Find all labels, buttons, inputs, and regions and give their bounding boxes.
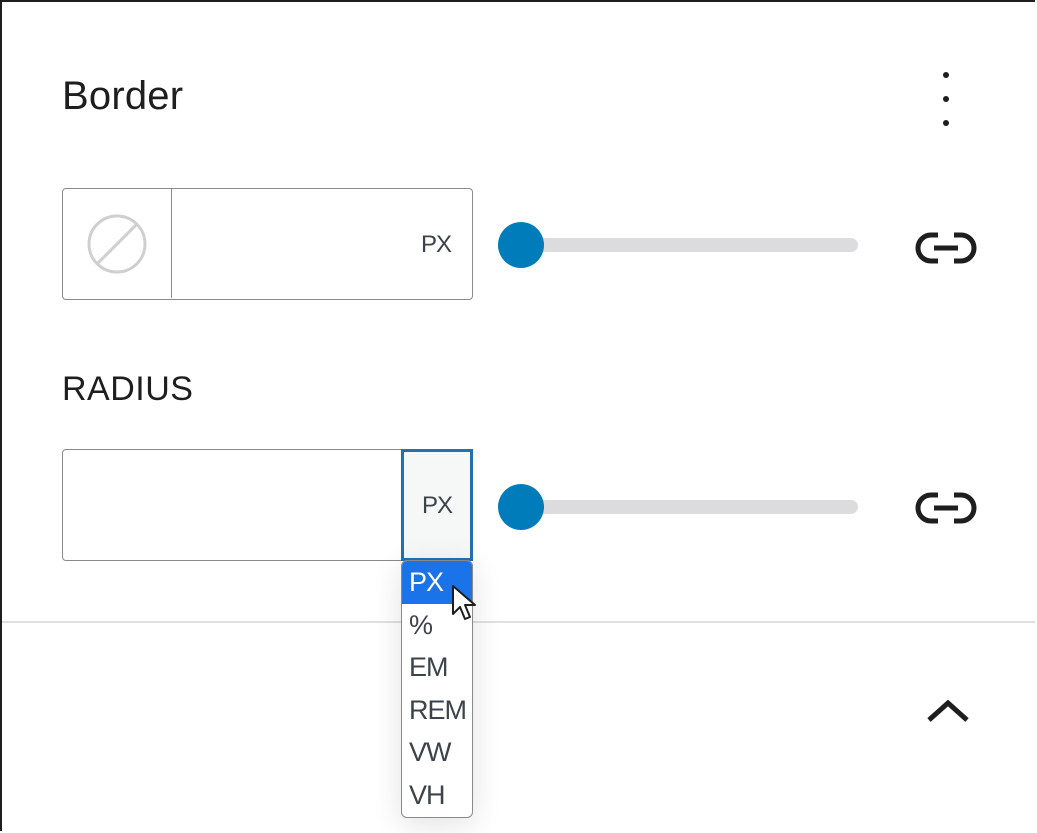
- collapse-button[interactable]: [920, 690, 976, 730]
- unit-option-rem[interactable]: REM: [402, 689, 472, 732]
- unit-option-vh[interactable]: VH: [402, 774, 472, 817]
- no-style-icon: [87, 214, 147, 273]
- more-vertical-icon: [943, 72, 949, 78]
- radius-unit-select[interactable]: PX: [401, 448, 473, 561]
- radius-control: PX: [62, 448, 473, 561]
- slider-thumb[interactable]: [498, 222, 544, 268]
- link-sides-button[interactable]: [914, 228, 978, 268]
- slider-thumb[interactable]: [498, 484, 544, 530]
- more-vertical-icon-dot: [943, 96, 949, 102]
- unit-option-em[interactable]: EM: [402, 646, 472, 689]
- radius-slider[interactable]: [498, 483, 858, 531]
- panel-frame: [0, 0, 1035, 831]
- link-sides-icon: [915, 232, 977, 264]
- radius-label: RADIUS: [62, 370, 194, 408]
- border-width-slider[interactable]: [498, 221, 858, 269]
- unit-dropdown: PX % EM REM VW VH: [401, 560, 473, 818]
- link-corners-icon: [915, 492, 977, 524]
- unit-option-px[interactable]: PX: [402, 561, 472, 604]
- panel-title: Border: [62, 74, 184, 118]
- border-width-control: PX: [62, 188, 473, 300]
- border-style-button[interactable]: [63, 189, 172, 298]
- unit-option-vw[interactable]: VW: [402, 731, 472, 774]
- border-width-input[interactable]: [183, 219, 412, 269]
- unit-option-percent[interactable]: %: [402, 604, 472, 647]
- more-vertical-icon-dot: [943, 120, 949, 126]
- more-options-button[interactable]: [922, 66, 970, 132]
- section-divider: [2, 621, 1035, 623]
- radius-input[interactable]: [79, 480, 393, 530]
- radius-unit: PX: [422, 491, 453, 519]
- border-width-unit: PX: [421, 231, 452, 258]
- slider-track: [498, 500, 858, 514]
- slider-track: [498, 238, 858, 252]
- chevron-up-icon: [927, 699, 969, 722]
- link-corners-button[interactable]: [914, 488, 978, 528]
